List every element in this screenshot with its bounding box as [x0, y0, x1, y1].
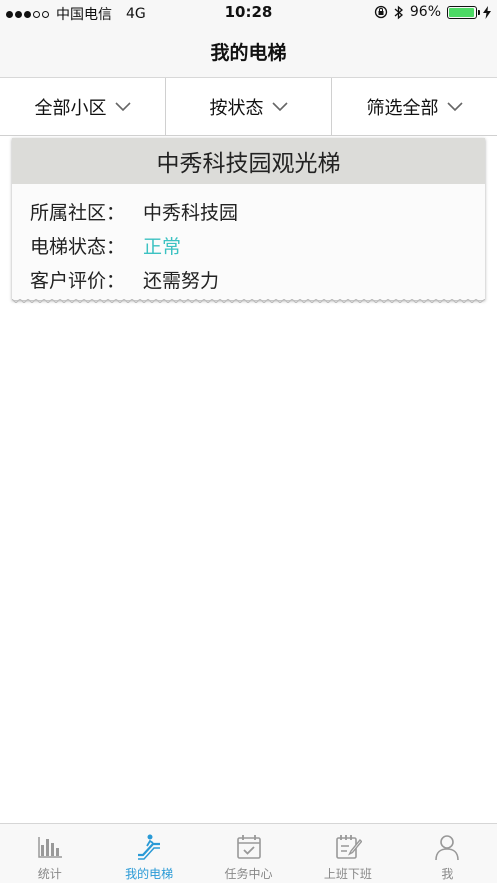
tab-my-elevators[interactable]: 我的电梯 [99, 824, 198, 883]
filter-status[interactable]: 按状态 [166, 78, 332, 135]
filter-all-label: 筛选全部 [366, 97, 439, 119]
charging-bolt-icon [483, 5, 491, 19]
tab-label: 任务中心 [224, 867, 273, 881]
filter-bar: 全部小区 按状态 筛选全部 [0, 78, 497, 136]
escalator-icon [138, 834, 161, 860]
detail-row-community: 所属社区： 中秀科技园 [30, 194, 485, 228]
tab-label: 上班下班 [323, 867, 372, 881]
status-right: 96% [374, 4, 491, 20]
bluetooth-icon [394, 5, 403, 19]
tab-statistics[interactable]: 统计 [0, 824, 99, 883]
filter-all[interactable]: 筛选全部 [332, 78, 497, 135]
calendar-check-icon [236, 835, 261, 859]
elevator-card[interactable]: 中秀科技园观光梯 所属社区： 中秀科技园 电梯状态： 正常 客户评价： 还需努力 [12, 138, 485, 303]
detail-value: 中秀科技园 [143, 201, 239, 224]
detail-label: 客户评价： [30, 269, 126, 292]
tab-clock-in-out[interactable]: 上班下班 [298, 824, 397, 883]
orientation-lock-icon [374, 5, 388, 19]
filter-status-label: 按状态 [209, 97, 264, 119]
tab-label: 我的电梯 [125, 867, 174, 881]
elevator-details: 所属社区： 中秀科技园 电梯状态： 正常 客户评价： 还需努力 [12, 184, 485, 296]
chevron-down-icon [114, 101, 131, 111]
status-bar: 中国电信 4G 10:28 96% [0, 0, 497, 26]
chevron-down-icon [446, 101, 463, 111]
filter-community[interactable]: 全部小区 [0, 78, 166, 135]
battery-icon [447, 5, 480, 19]
detail-label: 所属社区： [30, 201, 126, 224]
user-icon [435, 835, 460, 861]
tab-label: 统计 [37, 867, 62, 881]
status-badge: 正常 [143, 235, 182, 258]
navigation-bar: 我的电梯 [0, 26, 497, 78]
bar-chart-icon [37, 837, 62, 858]
detail-row-status: 电梯状态： 正常 [30, 228, 485, 262]
detail-label: 电梯状态： [30, 235, 126, 258]
battery-percent: 96% [409, 4, 441, 20]
chevron-down-icon [271, 101, 288, 111]
clipboard-pen-icon [336, 835, 362, 859]
elevator-name: 中秀科技园观光梯 [12, 138, 485, 184]
tab-task-center[interactable]: 任务中心 [199, 824, 298, 883]
detail-row-rating: 客户评价： 还需努力 [30, 262, 485, 296]
detail-value: 还需努力 [143, 269, 220, 292]
filter-community-label: 全部小区 [34, 97, 107, 119]
card-zigzag-edge [12, 299, 485, 303]
tab-label: 我 [441, 867, 454, 881]
tab-me[interactable]: 我 [398, 824, 497, 883]
page-title: 我的电梯 [210, 42, 287, 64]
tab-bar: 统计 我的电梯 任务中心 上班下班 我 [0, 823, 497, 883]
